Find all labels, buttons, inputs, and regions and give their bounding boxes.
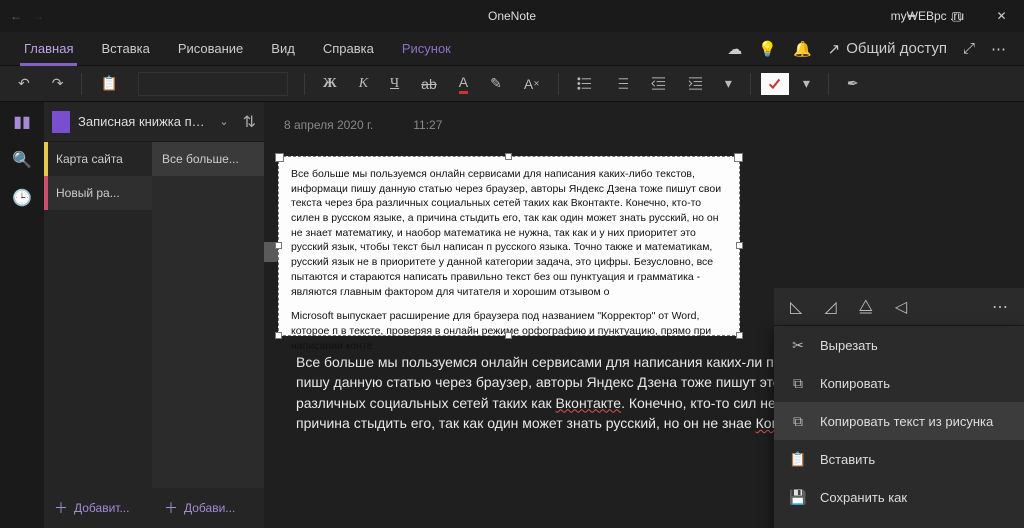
todo-tag-button[interactable] [761, 73, 789, 95]
flip-v-icon[interactable]: ◁ [895, 297, 907, 317]
saveas-icon: 💾 [790, 489, 806, 506]
section-item[interactable]: Карта сайта [44, 142, 152, 176]
tag-dropdown[interactable]: ▾ [795, 71, 818, 96]
image-text-p1: Все больше мы пользуемся онлайн сервисам… [291, 167, 727, 299]
cut-icon: ✂ [790, 337, 806, 354]
rotate-right-icon[interactable]: ◿ [824, 297, 836, 317]
ctx-copytext[interactable]: ⧉Копировать текст из рисунка [774, 402, 1024, 440]
strike-button[interactable]: ab [413, 72, 445, 96]
paste-icon: 📋 [790, 451, 806, 468]
tab-help[interactable]: Справка [309, 32, 388, 66]
ctx-paste[interactable]: 📋Вставить [774, 440, 1024, 478]
styles-dropdown[interactable]: ▾ [717, 71, 740, 96]
nav-back-icon[interactable]: ← [10, 9, 22, 23]
notebook-icon [52, 111, 70, 133]
notebook-chevron-icon[interactable]: ⌄ [219, 115, 228, 128]
notebook-name[interactable]: Записная книжка п… [78, 114, 211, 129]
sync-icon[interactable]: ☁ [727, 40, 742, 58]
font-selector[interactable] [138, 72, 288, 96]
maximize-button[interactable]: ▢ [934, 0, 979, 32]
ctx-saveas[interactable]: 💾Сохранить как [774, 478, 1024, 516]
tab-picture-context[interactable]: Рисунок [388, 32, 465, 66]
italic-button[interactable]: К [351, 72, 376, 96]
undo-button[interactable]: ↶ [10, 71, 38, 96]
copytext-icon: ⧉ [790, 413, 806, 430]
ink-button[interactable]: ✒ [839, 71, 867, 96]
page-item[interactable]: Все больше... [152, 142, 264, 176]
redo-button[interactable]: ↷ [44, 71, 72, 96]
flip-h-icon[interactable]: ⧋ [859, 298, 873, 316]
rotate-left-icon[interactable]: ◺ [790, 297, 802, 317]
page-date: 8 апреля 2020 г. [284, 118, 373, 132]
fullscreen-icon[interactable]: ⤢ [963, 40, 975, 57]
share-button[interactable]: ↗Общий доступ [828, 40, 947, 58]
notebooks-rail-icon[interactable]: ▮▮ [13, 112, 31, 132]
minimize-button[interactable]: ━ [889, 0, 934, 32]
close-button[interactable]: ✕ [979, 0, 1024, 32]
ctx-delete[interactable]: 🗑Удалить [774, 516, 1024, 528]
page-time: 11:27 [413, 118, 442, 132]
sort-icon[interactable]: ⇅ [243, 112, 256, 132]
search-rail-icon[interactable]: 🔍 [12, 150, 32, 170]
recent-rail-icon[interactable]: 🕒 [12, 188, 32, 208]
image-tools-bar: ◺ ◿ ⧋ ◁ ⋯ [774, 288, 1024, 326]
inserted-image[interactable]: Все больше мы пользуемся онлайн сервисам… [278, 156, 740, 336]
font-color-button[interactable]: A [451, 70, 476, 98]
image-more-icon[interactable]: ⋯ [992, 297, 1008, 317]
underline-button[interactable]: Ч [382, 72, 407, 96]
lightbulb-icon[interactable]: 💡 [758, 40, 777, 58]
add-page-button[interactable]: ＋Добави... [154, 488, 264, 528]
app-title: OneNote [488, 9, 536, 23]
highlight-button[interactable]: ✎ [482, 71, 510, 96]
clear-format-button[interactable]: A⨯ [516, 72, 548, 96]
add-section-button[interactable]: ＋Добавит... [44, 488, 154, 528]
tab-insert[interactable]: Вставка [87, 32, 163, 66]
indent-button[interactable] [680, 72, 711, 95]
tab-draw[interactable]: Рисование [164, 32, 257, 66]
section-item[interactable]: Новый ра... [44, 176, 152, 210]
ctx-copy[interactable]: ⧉Копировать [774, 364, 1024, 402]
bold-button[interactable]: Ж [315, 72, 345, 96]
ctx-cut[interactable]: ✂Вырезать [774, 326, 1024, 364]
bell-icon[interactable]: 🔔 [793, 40, 812, 58]
tab-view[interactable]: Вид [257, 32, 309, 66]
bullets-button[interactable] [569, 72, 600, 95]
numbers-button[interactable] [606, 72, 637, 95]
nav-fwd-icon: → [32, 9, 44, 23]
context-menu: ✂Вырезать⧉Копировать⧉Копировать текст из… [774, 326, 1024, 528]
tab-home[interactable]: Главная [10, 32, 87, 66]
more-icon[interactable]: ⋯ [991, 40, 1006, 58]
clipboard-button[interactable]: 📋 [92, 71, 125, 96]
copy-icon: ⧉ [790, 375, 806, 392]
outdent-button[interactable] [643, 72, 674, 95]
